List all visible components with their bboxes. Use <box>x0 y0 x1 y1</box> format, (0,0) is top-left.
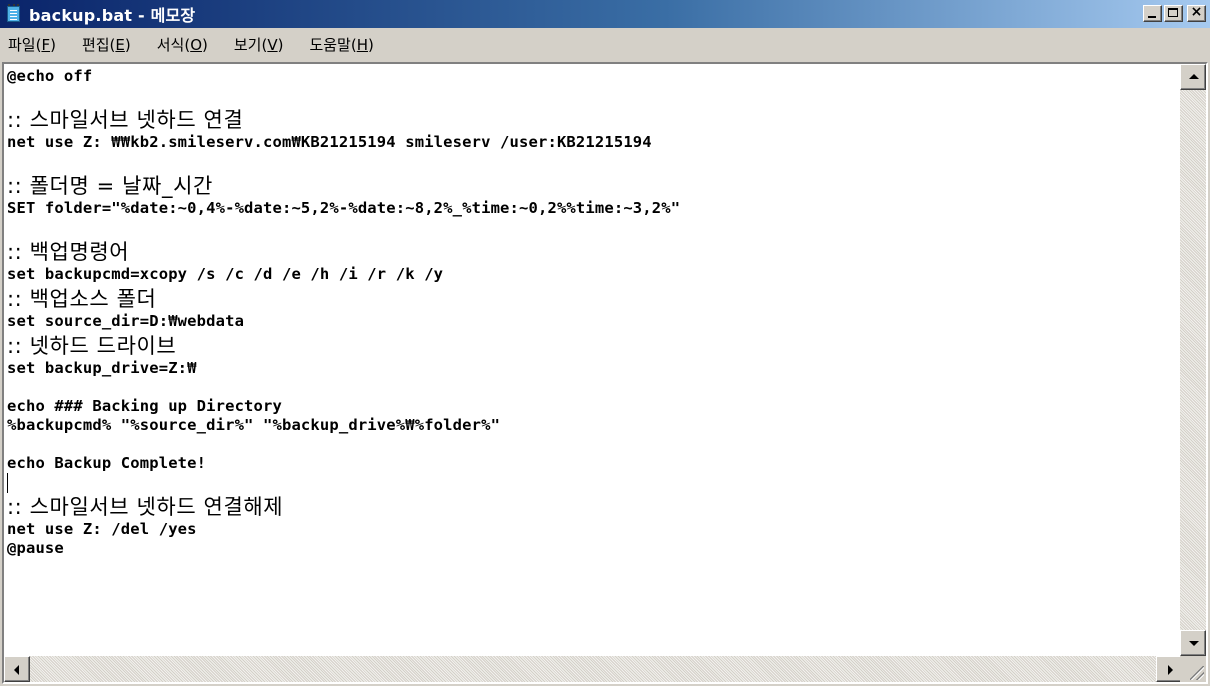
comment-line: :: 스마일서브 넷하드 연결 <box>7 108 244 132</box>
editor-frame: @echo off :: 스마일서브 넷하드 연결 net use Z: ₩₩k… <box>2 62 1208 684</box>
comment-line: :: 스마일서브 넷하드 연결해제 <box>7 495 284 519</box>
arrow-up-icon <box>1189 74 1199 79</box>
text-caret <box>7 473 8 493</box>
code-line: set source_dir=D:₩webdata <box>7 312 245 330</box>
code-line: @echo off <box>7 67 93 85</box>
comment-line: :: 백업소스 폴더 <box>7 287 157 311</box>
maximize-button[interactable] <box>1164 5 1183 22</box>
resize-grip[interactable] <box>1180 656 1206 682</box>
window-controls: × <box>1143 4 1206 22</box>
code-line: %backupcmd% "%source_dir%" "%backup_driv… <box>7 416 501 434</box>
horizontal-scrollbar[interactable] <box>4 656 1182 682</box>
menu-help[interactable]: 도움말(H) <box>309 34 373 55</box>
menu-view[interactable]: 보기(V) <box>234 34 284 55</box>
code-line: net use Z: ₩₩kb2.smileserv.com₩KB2121519… <box>7 133 652 151</box>
arrow-left-icon <box>14 665 19 675</box>
code-line: @pause <box>7 539 64 557</box>
resize-grip-icon <box>1190 666 1204 680</box>
scroll-down-button[interactable] <box>1180 630 1206 656</box>
code-line: echo ### Backing up Directory <box>7 397 282 415</box>
menu-bar: 파일(F) 편집(E) 서식(O) 보기(V) 도움말(H) <box>0 29 1210 59</box>
window-title: backup.bat - 메모장 <box>29 6 196 25</box>
code-line: set backup_drive=Z:₩ <box>7 359 197 377</box>
code-line: net use Z: /del /yes <box>7 520 197 538</box>
comment-line: :: 넷하드 드라이브 <box>7 334 177 358</box>
minimize-button[interactable] <box>1143 5 1162 22</box>
scroll-up-button[interactable] <box>1180 64 1206 90</box>
menu-file[interactable]: 파일(F) <box>8 34 56 55</box>
maximize-icon <box>1168 8 1178 17</box>
notepad-icon[interactable] <box>5 4 23 23</box>
close-icon: × <box>1190 4 1203 20</box>
caret-line <box>7 473 1182 493</box>
menu-format[interactable]: 서식(O) <box>157 34 208 55</box>
code-line: SET folder="%date:~0,4%-%date:~5,2%-%dat… <box>7 199 681 217</box>
comment-line: :: 폴더명 = 날짜_시간 <box>7 174 213 198</box>
title-bar[interactable]: backup.bat - 메모장 × <box>0 0 1210 28</box>
scroll-right-button[interactable] <box>1156 656 1182 682</box>
comment-line: :: 백업명령어 <box>7 240 130 264</box>
menu-edit[interactable]: 편집(E) <box>82 34 131 55</box>
minimize-icon <box>1148 16 1156 18</box>
code-line: echo Backup Complete! <box>7 454 207 472</box>
vertical-scrollbar[interactable] <box>1180 64 1206 656</box>
arrow-right-icon <box>1168 665 1173 675</box>
arrow-down-icon <box>1189 641 1199 646</box>
close-button[interactable]: × <box>1187 4 1206 22</box>
text-editor[interactable]: @echo off :: 스마일서브 넷하드 연결 net use Z: ₩₩k… <box>4 64 1182 656</box>
scroll-left-button[interactable] <box>4 656 30 682</box>
notepad-window: backup.bat - 메모장 × 파일(F) 편집(E) 서식(O) 보기(… <box>0 0 1210 686</box>
code-line: set backupcmd=xcopy /s /c /d /e /h /i /r… <box>7 265 444 283</box>
